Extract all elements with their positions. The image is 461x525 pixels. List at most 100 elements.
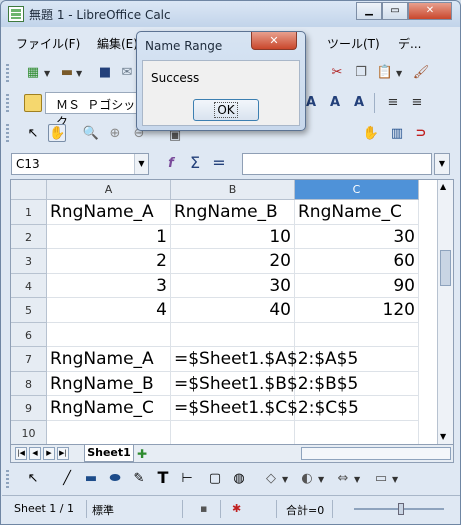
zoom-in-icon[interactable]: ⊕ — [106, 125, 124, 143]
new-document-icon[interactable]: ▦ — [24, 64, 42, 82]
select-arrow-icon[interactable]: ↖ — [24, 125, 42, 143]
menu-data[interactable]: デ... — [398, 35, 421, 52]
menu-edit[interactable]: 編集(E) — [97, 35, 138, 52]
maximize-button[interactable]: ▭ — [382, 2, 408, 20]
cell-b9[interactable]: =$Sheet1.$C$2:$C$5 — [171, 396, 359, 421]
align-center-icon[interactable]: ≡ — [408, 94, 426, 112]
cell-b10[interactable] — [171, 420, 295, 444]
zoom-icon[interactable]: 🔍 — [82, 125, 100, 143]
ok-button[interactable]: OK — [193, 99, 259, 121]
cell-b1[interactable]: RngName_B — [171, 200, 295, 225]
cell-b8[interactable]: =$Sheet1.$B$2:$B$5 — [171, 371, 358, 396]
highlight-icon[interactable]: A — [326, 94, 344, 112]
row-header[interactable]: 7 — [11, 347, 47, 372]
dialog-close-button[interactable]: ✕ — [251, 32, 297, 50]
form-design-icon[interactable]: ✋ — [362, 125, 380, 143]
cell-a9[interactable]: RngName_C — [47, 396, 171, 421]
paste-icon[interactable]: 📋 — [376, 64, 394, 82]
prev-sheet-icon[interactable]: ◀ — [29, 447, 41, 460]
row-header[interactable]: 10 — [11, 420, 47, 444]
cell-c4[interactable]: 90 — [295, 273, 419, 298]
cell-a4[interactable]: 3 — [47, 273, 171, 298]
fontwork-icon[interactable]: ◍ — [230, 470, 248, 488]
cell-b4[interactable]: 30 — [171, 273, 295, 298]
cell-c6[interactable] — [295, 322, 419, 347]
row-header[interactable]: 1 — [11, 200, 47, 225]
cell-b7[interactable]: =$Sheet1.$A$2:$A$5 — [171, 347, 358, 372]
cell-c7[interactable] — [295, 347, 419, 372]
select-icon[interactable]: ↖ — [24, 470, 42, 488]
next-sheet-icon[interactable]: ▶ — [43, 447, 55, 460]
cell-c9[interactable] — [295, 396, 419, 421]
cell-c3[interactable]: 60 — [295, 249, 419, 274]
cell-a6[interactable] — [47, 322, 171, 347]
cell-c8[interactable] — [295, 371, 419, 396]
cell-c10[interactable] — [295, 420, 419, 444]
row-header[interactable]: 5 — [11, 298, 47, 323]
spreadsheet-grid[interactable]: A B C 1 RngName_A RngName_B RngName_C 2 … — [10, 179, 454, 445]
new-dropdown-icon[interactable]: ▼ — [44, 69, 50, 78]
magnet-icon[interactable]: ⊃ — [412, 125, 430, 143]
row-header[interactable]: 3 — [11, 249, 47, 274]
font-name-box[interactable]: ＭＳ Ｐゴシック — [45, 92, 137, 129]
callout-icon[interactable]: ⊢ — [178, 470, 196, 488]
insert-mode-icon[interactable]: ▪ — [200, 502, 207, 515]
add-sheet-icon[interactable]: ✚ — [137, 447, 147, 461]
paste-dropdown-icon[interactable]: ▼ — [396, 69, 402, 78]
mail-icon[interactable]: ✉ — [118, 64, 136, 82]
cell-c5[interactable]: 120 — [295, 298, 419, 323]
last-sheet-icon[interactable]: ▶| — [57, 447, 69, 460]
cell-a1[interactable]: RngName_A — [47, 200, 171, 225]
clone-formatting-icon[interactable]: 🖌 — [412, 64, 430, 82]
row-header[interactable]: 6 — [11, 322, 47, 347]
scroll-thumb[interactable] — [440, 250, 451, 286]
row-header[interactable]: 9 — [11, 396, 47, 421]
sum-icon[interactable]: Σ — [186, 154, 204, 172]
cell-b6[interactable] — [171, 322, 295, 347]
select-all-corner[interactable] — [11, 180, 47, 200]
cell-b3[interactable]: 20 — [171, 249, 295, 274]
rectangle-icon[interactable]: ▬ — [82, 470, 100, 488]
open-dropdown-icon[interactable]: ▼ — [76, 69, 82, 78]
menu-tools[interactable]: ツール(T) — [327, 35, 380, 52]
points-icon[interactable]: ▢ — [206, 470, 224, 488]
name-box[interactable]: C13 ▼ — [11, 153, 149, 175]
cell-a10[interactable] — [47, 420, 171, 444]
freeform-icon[interactable]: ✎ — [130, 470, 148, 488]
flowchart-icon[interactable]: ▭ — [372, 470, 390, 488]
column-header-b[interactable]: B — [171, 180, 295, 200]
close-button[interactable]: ✕ — [408, 2, 452, 20]
ellipse-icon[interactable]: ⬬ — [106, 470, 124, 488]
styles-icon[interactable] — [24, 94, 42, 112]
formula-input[interactable] — [242, 153, 432, 175]
cut-icon[interactable]: ✂ — [328, 64, 346, 82]
text-icon[interactable]: T — [154, 469, 172, 487]
first-sheet-icon[interactable]: |◀ — [15, 447, 27, 460]
row-header[interactable]: 2 — [11, 224, 47, 249]
zoom-slider-thumb[interactable] — [398, 503, 404, 515]
row-header[interactable]: 8 — [11, 371, 47, 396]
cell-a8[interactable]: RngName_B — [47, 371, 171, 396]
hand-icon[interactable]: ✋ — [48, 124, 66, 142]
horizontal-scrollbar[interactable] — [301, 447, 451, 460]
column-header-c[interactable]: C — [295, 180, 419, 200]
line-icon[interactable]: ╱ — [58, 470, 76, 488]
row-header[interactable]: 4 — [11, 273, 47, 298]
cell-b2[interactable]: 10 — [171, 224, 295, 249]
save-icon[interactable]: ■ — [96, 64, 114, 82]
cell-c2[interactable]: 30 — [295, 224, 419, 249]
cell-c1[interactable]: RngName_C — [295, 200, 419, 225]
formula-expand-icon[interactable]: ▼ — [434, 153, 450, 175]
cell-b5[interactable]: 40 — [171, 298, 295, 323]
minimize-button[interactable]: ▁ — [356, 2, 382, 20]
cell-a7[interactable]: RngName_A — [47, 347, 171, 372]
page-style[interactable]: 標準 — [92, 502, 114, 518]
basic-shapes-icon[interactable]: ◇ — [262, 470, 280, 488]
align-left-icon[interactable]: ≡ — [384, 94, 402, 112]
cell-a5[interactable]: 4 — [47, 298, 171, 323]
vertical-scrollbar[interactable]: ▲ ▼ — [437, 180, 453, 444]
toolbar-grip[interactable] — [6, 124, 9, 142]
cell-a2[interactable]: 1 — [47, 224, 171, 249]
sheet-tab[interactable]: Sheet1 — [84, 445, 134, 462]
symbol-shapes-icon[interactable]: ◐ — [298, 470, 316, 488]
